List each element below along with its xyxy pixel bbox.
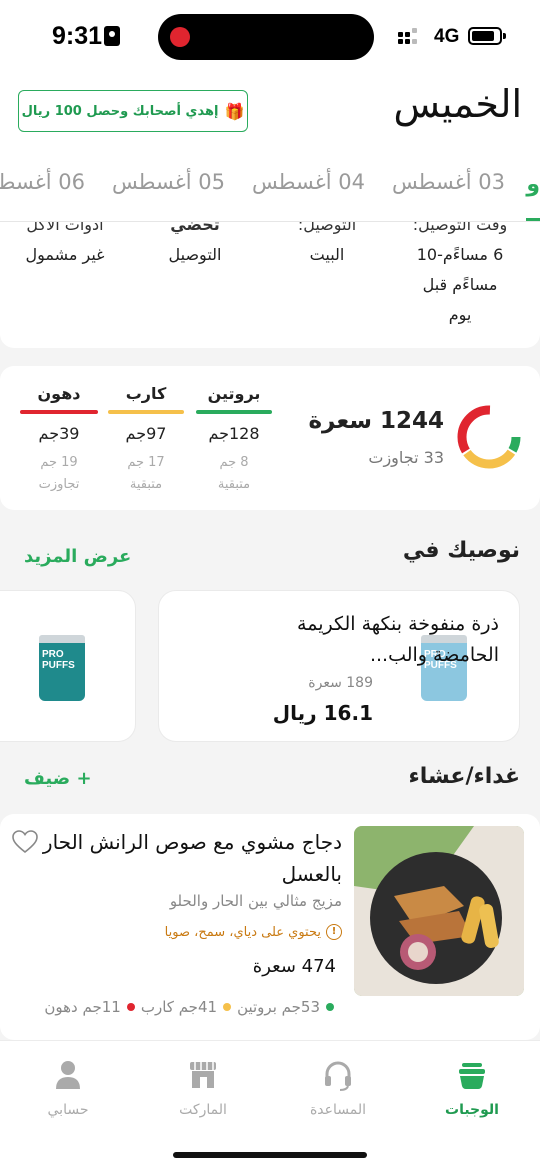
product-image-2: PRO PUFFS — [39, 635, 85, 701]
allergen-text: يحتوي على دياي، سمح، صويا — [164, 924, 321, 940]
calories-exceeded: 33 تجاوزت — [368, 448, 444, 467]
sim-icon — [104, 26, 120, 46]
meal-name: دجاج مشوي مع صوص الرانش الحار بالعسل — [42, 830, 342, 886]
dynamic-island — [158, 14, 374, 60]
meal-description: مزيج مثالي بين الحار والحلو — [169, 892, 342, 910]
meal-macros: 53جم بروتين 41جم كارب 11جم دهون — [44, 998, 334, 1016]
headset-icon — [325, 1061, 351, 1091]
tab-active-underline — [526, 218, 540, 221]
invite-friends-button[interactable]: 🎁 إهدي أصحابك وحصل 100 ريال — [18, 90, 248, 132]
macro-carbs-bar — [108, 410, 184, 414]
network-type: 4G — [434, 26, 460, 47]
carbs-dot — [223, 1003, 232, 1011]
delivery-time-label: وقت التوصيل: — [412, 222, 508, 234]
tab-date-2[interactable]: 04 أغسطس — [252, 170, 365, 194]
macro-fat-note-label: تجاوزت — [38, 477, 80, 492]
delivery-place-label: التوصيل: — [297, 222, 357, 234]
delivery-place: التوصيل: البيت — [282, 222, 372, 270]
nav-help-label: المساعدة — [309, 1102, 367, 1118]
meal-section-title: غداء/عشاء — [408, 764, 520, 789]
meal-carbs: 41جم كارب — [140, 998, 218, 1016]
macro-fat-value: 39جم — [38, 424, 80, 443]
macro-carbs-name: كارب — [125, 384, 167, 403]
nav-market-label: الماركت — [179, 1102, 227, 1118]
tab-date-4[interactable]: 06 أغسطس — [0, 170, 85, 194]
delivery-time-line-1: 6 مساءًم-10 — [416, 245, 504, 264]
delivery-method-label: تحضي — [170, 222, 220, 234]
macro-protein-value: 128جم — [208, 424, 260, 443]
delivery-place-value: البيت — [309, 245, 345, 264]
protein-dot — [326, 1003, 334, 1011]
cutlery-label: أدوات الأكل — [26, 222, 104, 234]
tab-date-1[interactable]: 03 أغسطس — [392, 170, 505, 194]
fat-dot — [126, 1003, 135, 1011]
gift-icon: 🎁 — [224, 101, 245, 121]
recommend-item-name: ذرة منفوخة بنكهة الكريمة الحامضة والب... — [297, 613, 499, 666]
macro-protein: بروتين 128جم 8 جم متبقية — [196, 384, 272, 496]
battery-icon — [468, 27, 506, 45]
meal-photo-illustration — [354, 826, 524, 996]
macro-protein-bar — [196, 410, 272, 414]
cutlery-value: غير مشمول — [25, 245, 105, 264]
cutlery: أدوات الأكل غير مشمول — [10, 222, 120, 270]
nav-help[interactable]: المساعدة — [278, 1058, 398, 1118]
tab-date-3[interactable]: 05 أغسطس — [112, 170, 225, 194]
invite-friends-label: إهدي أصحابك وحصل 100 ريال — [21, 103, 219, 119]
delivery-time-line-3: يوم — [448, 305, 472, 324]
macro-fat-note-value: 19 جم — [40, 455, 78, 470]
tab-active[interactable]: و — [526, 172, 540, 197]
recommend-title: نوصيك في — [402, 538, 520, 563]
delivery-info-card: وقت التوصيل: 6 مساءًم-10 مساءًم قبل يوم … — [0, 222, 540, 348]
recommend-card[interactable]: PRO PUFFS ذرة منفوخة بنكهة الكريمة الحام… — [158, 590, 520, 742]
add-guest-button[interactable]: + ضيف — [24, 768, 92, 789]
recommend-card-partial[interactable]: PRO PUFFS — [0, 590, 136, 742]
macro-protein-note-value: 8 جم — [219, 455, 249, 470]
macro-fat-bar — [20, 410, 98, 414]
nav-meals-label: الوجبات — [445, 1102, 499, 1118]
macro-fat-name: دهون — [37, 384, 81, 403]
show-more-link[interactable]: عرض المزيد — [24, 546, 131, 567]
date-tabs: 03 أغسطس 04 أغسطس 05 أغسطس 06 أغسطس — [0, 156, 540, 222]
meal-fat: 11جم دهون — [44, 998, 121, 1016]
nav-market[interactable]: الماركت — [143, 1058, 263, 1118]
calorie-donut-chart — [457, 405, 521, 469]
macro-protein-note-label: متبقية — [217, 477, 251, 492]
meal-protein: 53جم بروتين — [237, 998, 320, 1016]
macro-carbs-value: 97جم — [125, 424, 167, 443]
home-indicator — [173, 1152, 367, 1158]
recommend-item-calories: 189 سعرة — [308, 675, 373, 691]
nav-account[interactable]: حسابي — [8, 1058, 128, 1118]
nav-meals[interactable]: الوجبات — [412, 1058, 532, 1118]
status-time: 9:31 — [52, 22, 103, 50]
macro-fat: دهون 39جم 19 جم تجاوزت — [20, 384, 98, 496]
signal-icon — [398, 28, 428, 46]
meals-icon — [459, 1063, 485, 1089]
page-title: الخميس — [393, 82, 522, 126]
store-icon — [190, 1062, 216, 1088]
status-bar: 9:31 4G — [0, 0, 540, 74]
macro-carbs-note-value: 17 جم — [127, 455, 165, 470]
info-icon: ! — [326, 924, 342, 940]
allergen-note: ! يحتوي على دياي، سمح، صويا — [165, 924, 342, 940]
recording-icon — [170, 27, 190, 47]
delivery-method: تحضي التوصيل — [150, 222, 240, 270]
calories-total: 1244 سعرة — [308, 408, 444, 434]
bag-logo-2: PRO PUFFS — [42, 649, 75, 671]
user-icon — [56, 1061, 80, 1089]
meal-image — [354, 826, 524, 996]
macro-carbs-note-label: متبقية — [129, 477, 163, 492]
nav-account-label: حسابي — [47, 1102, 89, 1118]
meal-calories: 474 سعرة — [252, 956, 336, 977]
heart-icon[interactable] — [12, 830, 38, 854]
delivery-method-value: التوصيل — [168, 245, 222, 264]
recommend-item-price: 16.1 ريال — [272, 701, 373, 725]
delivery-time-line-2: مساءًم قبل — [422, 275, 498, 294]
delivery-time: وقت التوصيل: 6 مساءًم-10 مساءًم قبل يوم — [400, 222, 520, 330]
bag-top-2 — [39, 635, 85, 643]
macro-carbs: كارب 97جم 17 جم متبقية — [108, 384, 184, 496]
macro-protein-name: بروتين — [207, 384, 261, 403]
